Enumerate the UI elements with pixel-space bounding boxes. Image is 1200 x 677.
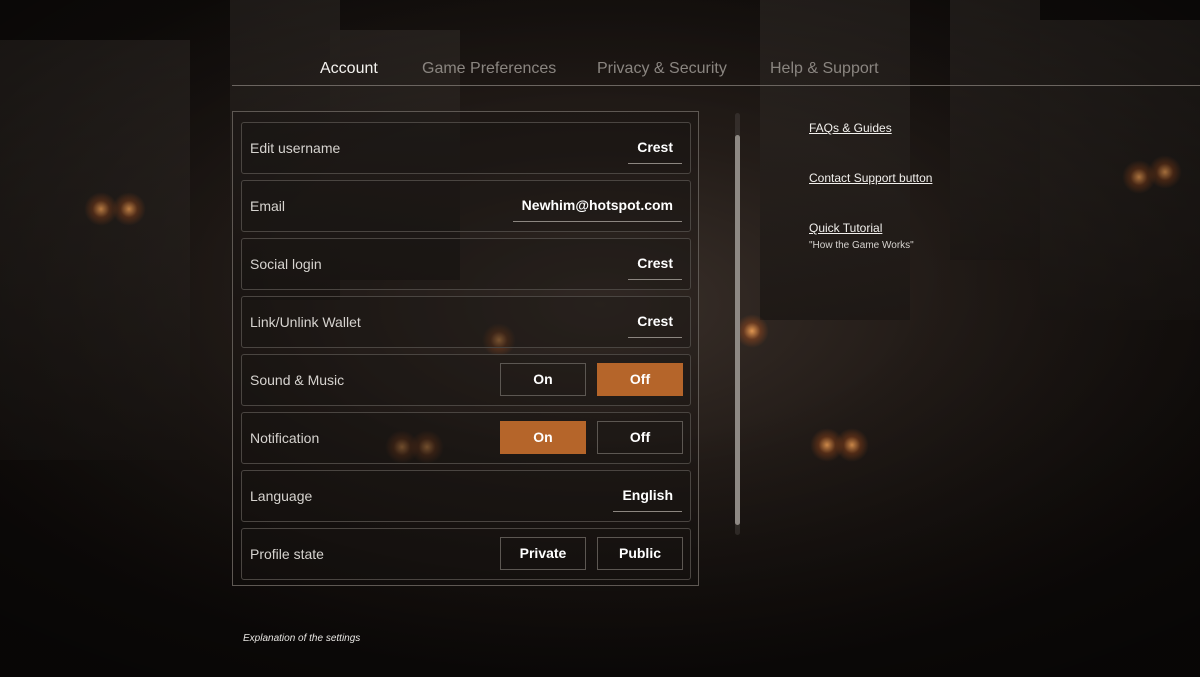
notification-off-button[interactable]: Off	[597, 421, 683, 454]
sound-music-row: Sound & Music On Off	[241, 354, 691, 406]
notification-on-button[interactable]: On	[500, 421, 586, 454]
edit-username-label: Edit username	[250, 140, 341, 156]
tab-privacy-security[interactable]: Privacy & Security	[597, 60, 727, 78]
quick-tutorial-subtitle: "How the Game Works"	[809, 240, 914, 251]
social-login-value[interactable]: Crest	[628, 247, 682, 280]
email-value[interactable]: Newhim@hotspot.com	[512, 189, 682, 222]
sound-music-label: Sound & Music	[250, 372, 345, 388]
account-settings-panel: Edit username Crest Email Newhim@hotspot…	[232, 111, 699, 586]
tab-help-support[interactable]: Help & Support	[770, 60, 879, 78]
settings-explanation-note: Explanation of the settings	[243, 633, 361, 644]
email-label: Email	[250, 198, 286, 214]
sound-music-off-button[interactable]: Off	[597, 363, 683, 396]
profile-state-label: Profile state	[250, 546, 324, 562]
wallet-row: Link/Unlink Wallet Crest	[241, 296, 691, 348]
faqs-guides-link[interactable]: FAQs & Guides	[809, 121, 892, 135]
profile-private-button[interactable]: Private	[500, 537, 586, 570]
edit-username-row: Edit username Crest	[241, 122, 691, 174]
social-login-label: Social login	[250, 256, 322, 272]
wallet-value[interactable]: Crest	[628, 305, 682, 338]
settings-tab-bar: Account Game Preferences Privacy & Secur…	[232, 56, 1200, 86]
profile-state-row: Profile state Private Public	[241, 528, 691, 580]
social-login-row: Social login Crest	[241, 238, 691, 290]
language-select[interactable]: English	[613, 479, 682, 512]
sound-music-on-button[interactable]: On	[500, 363, 586, 396]
tab-game-preferences[interactable]: Game Preferences	[422, 60, 556, 78]
language-label: Language	[250, 488, 313, 504]
settings-scrollbar-thumb[interactable]	[735, 135, 740, 525]
notification-row: Notification On Off	[241, 412, 691, 464]
tab-account[interactable]: Account	[320, 60, 378, 78]
language-row: Language English	[241, 470, 691, 522]
username-value[interactable]: Crest	[628, 131, 682, 164]
profile-public-button[interactable]: Public	[597, 537, 683, 570]
email-row: Email Newhim@hotspot.com	[241, 180, 691, 232]
quick-tutorial-link[interactable]: Quick Tutorial	[809, 221, 882, 235]
contact-support-link[interactable]: Contact Support button	[809, 171, 932, 185]
settings-scrollbar[interactable]	[735, 113, 740, 535]
wallet-label: Link/Unlink Wallet	[250, 314, 361, 330]
notification-label: Notification	[250, 430, 320, 446]
